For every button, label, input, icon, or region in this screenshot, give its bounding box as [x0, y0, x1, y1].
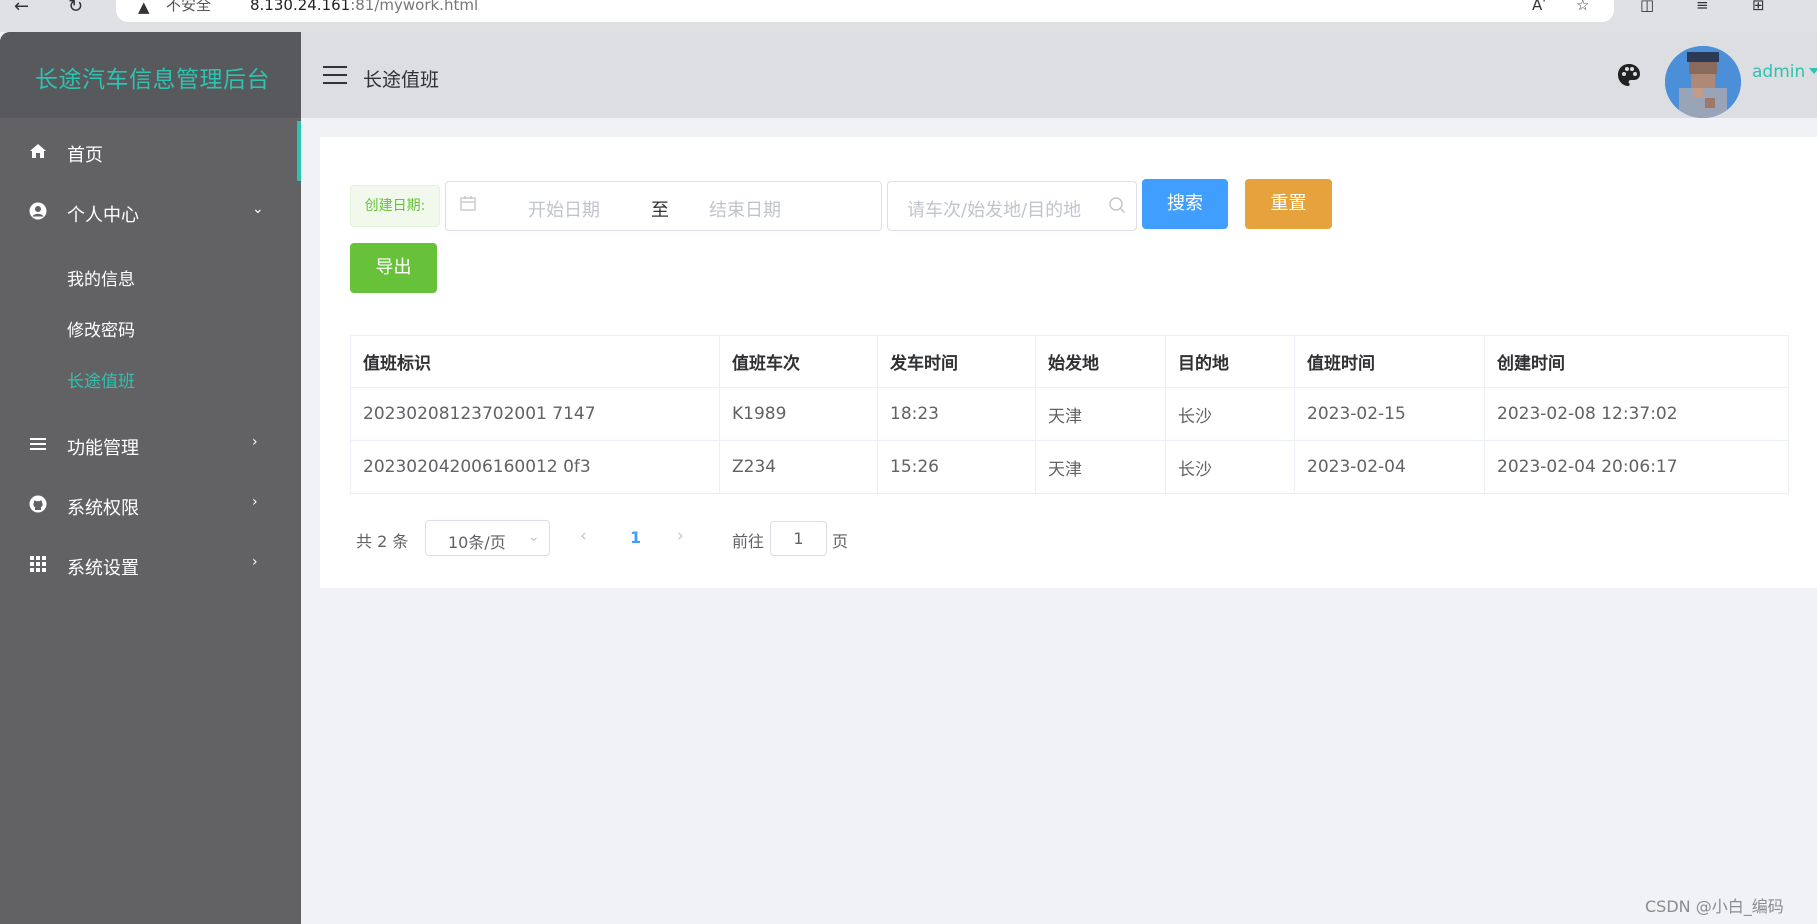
- chevron-down-icon: ⌄: [528, 529, 540, 545]
- chevron-right-icon: ›: [252, 434, 258, 450]
- chevron-down-icon: ⌄: [252, 201, 264, 217]
- sidebar: 长途汽车信息管理后台 首页 个人中心 ⌄ 我的信息 修改密码 长途值班 功能管理…: [0, 32, 301, 924]
- origin-cell: 天津: [1035, 440, 1166, 494]
- column-header[interactable]: 值班时间: [1294, 335, 1485, 388]
- goto-page-input[interactable]: 1: [770, 521, 827, 556]
- sidebar-item-function-management[interactable]: 功能管理 ›: [0, 419, 301, 475]
- table-row[interactable]: 20230208123702001 7147 K1989 18:23 天津 长沙…: [350, 387, 1789, 441]
- departure-time-cell: 18:23: [877, 387, 1036, 441]
- page-suffix: 页: [832, 532, 849, 551]
- grid-icon: [28, 555, 48, 575]
- list-icon: [28, 435, 48, 455]
- page-title: 长途值班: [363, 69, 440, 91]
- table-header-row: 值班标识 值班车次 发车时间 始发地 目的地 值班时间 创建时间: [350, 335, 1789, 388]
- favorites-add-icon[interactable]: ☆: [1576, 0, 1589, 13]
- caret-down-icon[interactable]: [1809, 68, 1817, 74]
- created-time-cell: 2023-02-08 12:37:02: [1484, 387, 1789, 441]
- reset-button[interactable]: 重置: [1245, 179, 1332, 229]
- brand-header: 长途汽车信息管理后台: [0, 32, 301, 118]
- date-separator: 至: [651, 200, 669, 221]
- chevron-right-icon: ›: [252, 494, 258, 510]
- palette-icon[interactable]: [1616, 62, 1642, 88]
- sidebar-subitem-long-distance-duty[interactable]: 长途值班: [67, 367, 135, 392]
- next-page-icon[interactable]: ›: [677, 526, 684, 546]
- duty-id-cell: 202302042006160012 0f3: [350, 440, 720, 494]
- menu-toggle-icon[interactable]: [323, 66, 347, 84]
- page-number[interactable]: 1: [630, 528, 641, 547]
- split-screen-icon[interactable]: ◫: [1640, 0, 1654, 13]
- page-size-value: 10条/页: [448, 533, 506, 552]
- duty-date-cell: 2023-02-04: [1294, 440, 1485, 494]
- sidebar-item-label: 系统权限: [67, 498, 139, 519]
- sidebar-item-label: 系统设置: [67, 558, 139, 579]
- export-button[interactable]: 导出: [350, 243, 437, 293]
- date-range-picker[interactable]: 开始日期 至 结束日期: [445, 181, 882, 231]
- column-header[interactable]: 始发地: [1035, 335, 1166, 388]
- search-input[interactable]: 请车次/始发地/目的地: [887, 181, 1137, 231]
- username[interactable]: admin: [1752, 62, 1805, 82]
- train-number-cell: K1989: [719, 387, 878, 441]
- sidebar-item-personal-center[interactable]: 个人中心 ⌄: [0, 186, 301, 242]
- avatar[interactable]: [1665, 46, 1741, 118]
- url-host: 8.130.24.161: [250, 0, 351, 14]
- sidebar-item-label: 首页: [67, 145, 103, 166]
- reload-icon[interactable]: ↻: [68, 0, 83, 16]
- sidebar-item-label: 个人中心: [67, 205, 139, 226]
- destination-cell: 长沙: [1165, 387, 1295, 441]
- departure-time-cell: 15:26: [877, 440, 1036, 494]
- column-header[interactable]: 发车时间: [877, 335, 1036, 388]
- chevron-right-icon: ›: [252, 554, 258, 570]
- calendar-icon: [460, 195, 476, 213]
- favorites-icon[interactable]: ≡: [1696, 0, 1709, 13]
- prev-page-icon[interactable]: ‹: [580, 526, 587, 546]
- user-circle-icon: [28, 202, 48, 222]
- url-text[interactable]: 8.130.24.161:81/mywork.html: [250, 0, 479, 14]
- sidebar-item-home[interactable]: 首页: [0, 126, 301, 182]
- page-size-select[interactable]: 10条/页 ⌄: [425, 520, 550, 556]
- table-row[interactable]: 202302042006160012 0f3 Z234 15:26 天津 长沙 …: [350, 440, 1789, 494]
- created-time-cell: 2023-02-04 20:06:17: [1484, 440, 1789, 494]
- column-header[interactable]: 创建时间: [1484, 335, 1789, 388]
- read-aloud-icon[interactable]: Aʹ: [1532, 0, 1546, 13]
- security-label: 不安全: [166, 0, 212, 14]
- duty-id-cell: 20230208123702001 7147: [350, 387, 720, 441]
- sidebar-subitem-my-info[interactable]: 我的信息: [67, 265, 135, 290]
- duty-date-cell: 2023-02-15: [1294, 387, 1485, 441]
- watermark: CSDN @小白_编码: [1645, 897, 1784, 916]
- pagination-total: 共 2 条: [356, 532, 409, 551]
- search-icon: [1109, 197, 1125, 213]
- train-number-cell: Z234: [719, 440, 878, 494]
- github-icon: [28, 495, 48, 515]
- column-header[interactable]: 值班标识: [350, 335, 720, 388]
- browser-toolbar: ← ↻ ▲ 不安全 8.130.24.161:81/mywork.html Aʹ…: [0, 0, 1817, 32]
- url-path: :81/mywork.html: [350, 0, 479, 14]
- start-date-field[interactable]: 开始日期: [528, 196, 600, 222]
- destination-cell: 长沙: [1165, 440, 1295, 494]
- sidebar-item-system-settings[interactable]: 系统设置 ›: [0, 539, 301, 595]
- duty-table: 值班标识 值班车次 发车时间 始发地 目的地 值班时间 创建时间 2023020…: [350, 335, 1789, 494]
- origin-cell: 天津: [1035, 387, 1166, 441]
- column-header[interactable]: 值班车次: [719, 335, 878, 388]
- back-icon[interactable]: ←: [14, 0, 29, 16]
- sidebar-item-label: 功能管理: [67, 438, 139, 459]
- search-button[interactable]: 搜索: [1142, 179, 1228, 229]
- brand-title: 长途汽车信息管理后台: [35, 67, 270, 93]
- collections-icon[interactable]: ⊞: [1752, 0, 1765, 13]
- sidebar-item-system-permissions[interactable]: 系统权限 ›: [0, 479, 301, 535]
- goto-label: 前往: [732, 532, 765, 551]
- search-placeholder: 请车次/始发地/目的地: [907, 200, 1082, 221]
- active-indicator: [297, 121, 301, 181]
- top-header: 长途值班 admin: [301, 32, 1817, 118]
- home-icon: [28, 142, 48, 162]
- column-header[interactable]: 目的地: [1165, 335, 1295, 388]
- warning-icon: ▲: [138, 0, 150, 16]
- end-date-field[interactable]: 结束日期: [709, 196, 781, 222]
- date-filter-label: 创建日期:: [350, 185, 440, 227]
- sidebar-subitem-change-password[interactable]: 修改密码: [67, 316, 135, 341]
